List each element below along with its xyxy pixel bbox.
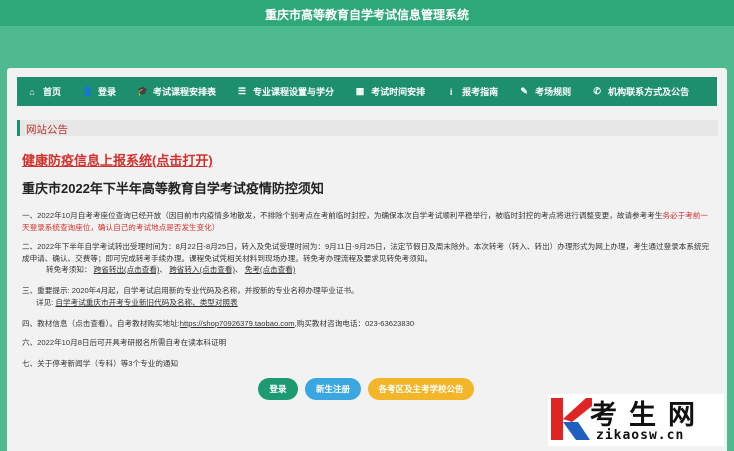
notice-label: 网站公告 [26,124,68,136]
nav-label: 首页 [43,87,62,97]
epidemic-report-link[interactable]: 健康防疫信息上报系统(点击打开) [22,150,213,169]
textbook-shop-link[interactable]: https://shop70926379.taobao.com [180,319,295,328]
watermark-cn: 考生网 [590,400,707,431]
nav-item-rules[interactable]: ✎ 考场规则 [519,85,571,98]
notice-item-1: 一、2022年10月自考考座位查询已经开放（因目前市内疫情多地散发，不排除个别考… [22,210,712,233]
code-table-lead: 详见: [36,297,56,307]
pencil-icon: ✎ [520,86,528,96]
page-headline: 重庆市2022年下半年高等教育自学考试疫情防控须知 [22,181,324,196]
info-icon: i [449,86,453,97]
code-table-row: 详见: 自学考试重庆市开考专业新旧代码及名称、类型对照表 [22,297,712,309]
user-icon: 👤 [82,86,94,96]
transfer-links-lead: 转免考须知： [46,265,92,274]
notice-item-2: 二、2022年下半年自学考试转出受理时间为：8月22日-8月25日，转入及免试受… [22,241,712,276]
nav-label: 报考指南 [462,87,499,97]
nav-label: 专业课程设置与学分 [253,87,335,97]
nav-label: 考试时间安排 [371,87,426,97]
notice-item-7[interactable]: 七、关于停考新闻学（专科）等3个专业的通知 [22,358,712,370]
major-code-table-link[interactable]: 自学考试重庆市开考专业新旧代码及名称、类型对照表 [55,298,237,307]
nav-item-login[interactable]: 👤 登录 [82,85,116,98]
nav-item-contacts[interactable]: ✆ 机构联系方式及公告 [592,85,689,98]
transfer-links-row: 转免考须知： 跨省转出(点击查看)、 跨省转入(点击查看)、 免考(点击查看) [46,265,296,274]
notice-text: 二、2022年下半年自学考试转出受理时间为：8月22日-8月25日，转入及免试受… [22,242,710,263]
main-nav: ⌂ 首页 👤 登录 🎓 考试课程安排表 ☰ 专业课程设置与学分 ▦ 考试时间安排… [17,77,717,106]
nav-label: 考试课程安排表 [153,87,217,97]
login-button[interactable]: 登录 [258,378,298,400]
exemption-link[interactable]: 免考(点击查看) [245,265,296,274]
notice-item-3: 三、重要提示: 2020年4月起，自学考试启用新的专业代码及名称，并按新的专业名… [22,285,712,308]
system-title: 重庆市高等教育自学考试信息管理系统 [264,8,469,22]
notice-text: 三、重要提示: 2020年4月起，自学考试启用新的专业代码及名称，并按新的专业名… [22,286,359,295]
list-icon: ☰ [238,86,247,96]
notice-item-4: 四、教材信息（点击查看）。自考教材购买地址:https://shop709263… [22,318,712,330]
nav-item-exam-time[interactable]: ▦ 考试时间安排 [355,85,425,98]
phone-icon: ✆ [593,86,601,96]
transfer-out-link[interactable]: 跨省转出(点击查看) [94,265,160,274]
notice-text[interactable]: 四、教材信息（点击查看）。自考教材购买地址: [22,319,180,328]
notice-bar: 网站公告 [17,120,718,136]
district-notice-button[interactable]: 各考区及主考学校公告 [368,378,474,400]
calendar-icon: ▦ [355,86,365,96]
nav-item-home[interactable]: ⌂ 首页 [27,85,61,98]
notice-text: ,购买教材咨询电话：023-63623830 [294,319,415,328]
transfer-in-link[interactable]: 跨省转入(点击查看) [169,265,235,274]
graduation-cap-icon: 🎓 [137,86,149,96]
home-icon: ⌂ [29,86,35,97]
nav-item-exam-schedule[interactable]: 🎓 考试课程安排表 [137,85,216,98]
nav-label: 机构联系方式及公告 [608,87,690,97]
k-logo-icon [551,398,592,440]
nav-item-guide[interactable]: i 报考指南 [446,85,498,98]
notice-text: 一、2022年10月自考考座位查询已经开放（因目前市内疫情多地散发，不排除个别考… [22,211,663,220]
nav-item-courses-credits[interactable]: ☰ 专业课程设置与学分 [237,85,334,98]
top-banner: 重庆市高等教育自学考试信息管理系统 [0,0,734,26]
watermark: 考生网 zikaosw.cn [548,394,724,446]
nav-label: 考场规则 [535,87,572,97]
register-button[interactable]: 新生注册 [305,378,361,400]
notice-item-6: 六、2022年10月8日后可开具考研报名所需自考在读本科证明 [22,338,227,347]
watermark-en: zikaosw.cn [596,428,685,443]
nav-label: 登录 [98,87,117,97]
